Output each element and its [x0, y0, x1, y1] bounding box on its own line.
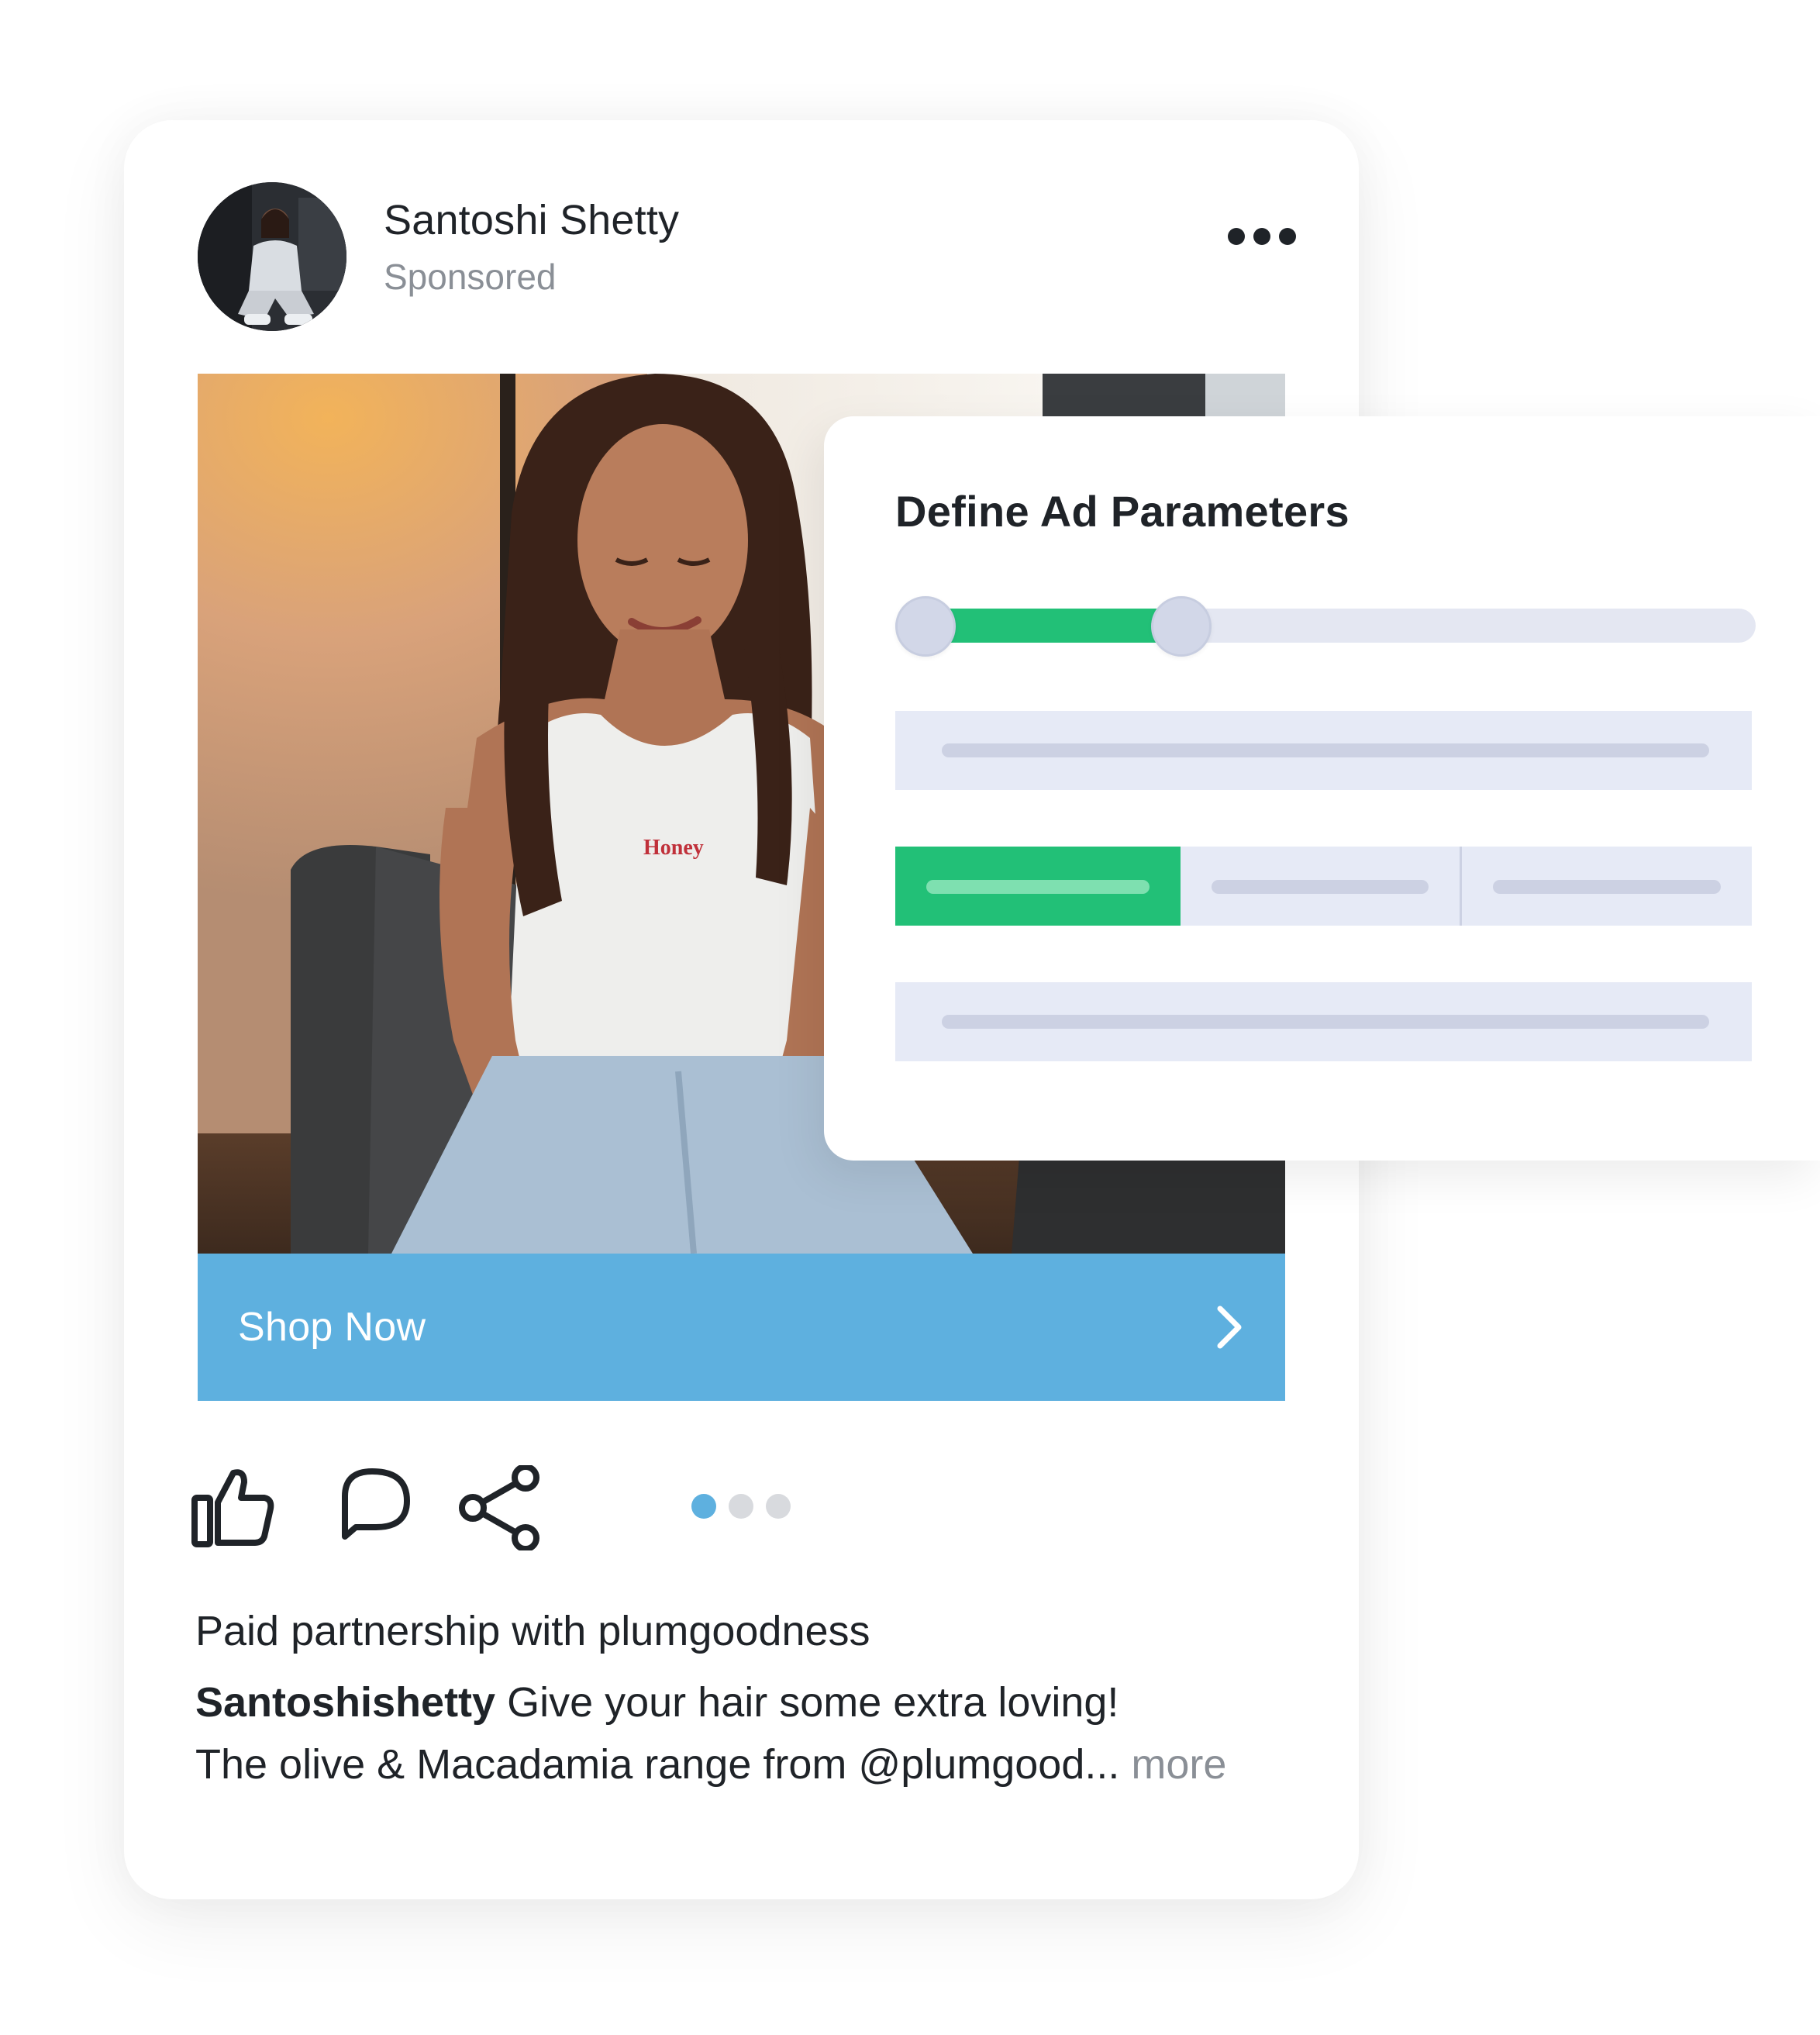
slider-thumb-max[interactable] — [1151, 596, 1212, 657]
segment-option-3[interactable] — [1462, 847, 1752, 926]
share-icon[interactable] — [457, 1465, 543, 1550]
carousel-indicator — [691, 1494, 791, 1519]
parameter-field[interactable] — [895, 982, 1752, 1061]
paid-partnership-label[interactable]: Paid partnership with plumgoodness — [195, 1607, 870, 1655]
placeholder-line — [1212, 880, 1429, 894]
avatar[interactable] — [198, 182, 346, 331]
avatar-photo — [198, 182, 346, 331]
panel-title: Define Ad Parameters — [895, 487, 1349, 536]
comment-icon[interactable] — [329, 1465, 415, 1550]
sponsored-label: Sponsored — [384, 257, 557, 297]
caption-handle[interactable]: Santoshishetty — [195, 1679, 495, 1726]
carousel-dot[interactable] — [691, 1494, 716, 1519]
slider-fill — [926, 609, 1182, 643]
slider-thumb-min[interactable] — [895, 596, 956, 657]
range-slider[interactable] — [895, 593, 1756, 657]
more-dots-icon[interactable] — [1223, 217, 1301, 256]
chevron-right-icon — [1217, 1306, 1242, 1349]
placeholder-line — [942, 1015, 1709, 1029]
caption-text-continued: The olive & Macadamia range from @plumgo… — [195, 1741, 1132, 1788]
segmented-control — [895, 847, 1752, 926]
parameter-field[interactable] — [895, 711, 1752, 790]
author-name[interactable]: Santoshi Shetty — [384, 196, 679, 244]
segment-option-1[interactable] — [895, 847, 1181, 926]
segment-option-2[interactable] — [1181, 847, 1462, 926]
ad-preview-stage: Santoshi Shetty Sponsored Honey Shop Now… — [0, 0, 1820, 2035]
caption-line-2: The olive & Macadamia range from @plumgo… — [195, 1740, 1226, 1788]
like-icon[interactable] — [190, 1465, 275, 1550]
shop-now-label: Shop Now — [238, 1305, 426, 1350]
placeholder-line — [942, 743, 1709, 757]
ad-parameters-panel: Define Ad Parameters — [824, 416, 1820, 1161]
caption-text: Give your hair some extra loving! — [495, 1679, 1119, 1726]
placeholder-line — [1493, 880, 1721, 894]
placeholder-line — [926, 880, 1150, 894]
carousel-dot[interactable] — [729, 1494, 753, 1519]
more-link[interactable]: more — [1131, 1741, 1226, 1788]
shop-now-button[interactable]: Shop Now — [198, 1254, 1285, 1401]
svg-text:Honey: Honey — [643, 836, 704, 860]
carousel-dot[interactable] — [766, 1494, 791, 1519]
caption-line-1: Santoshishetty Give your hair some extra… — [195, 1678, 1119, 1726]
post-actions — [190, 1465, 965, 1550]
